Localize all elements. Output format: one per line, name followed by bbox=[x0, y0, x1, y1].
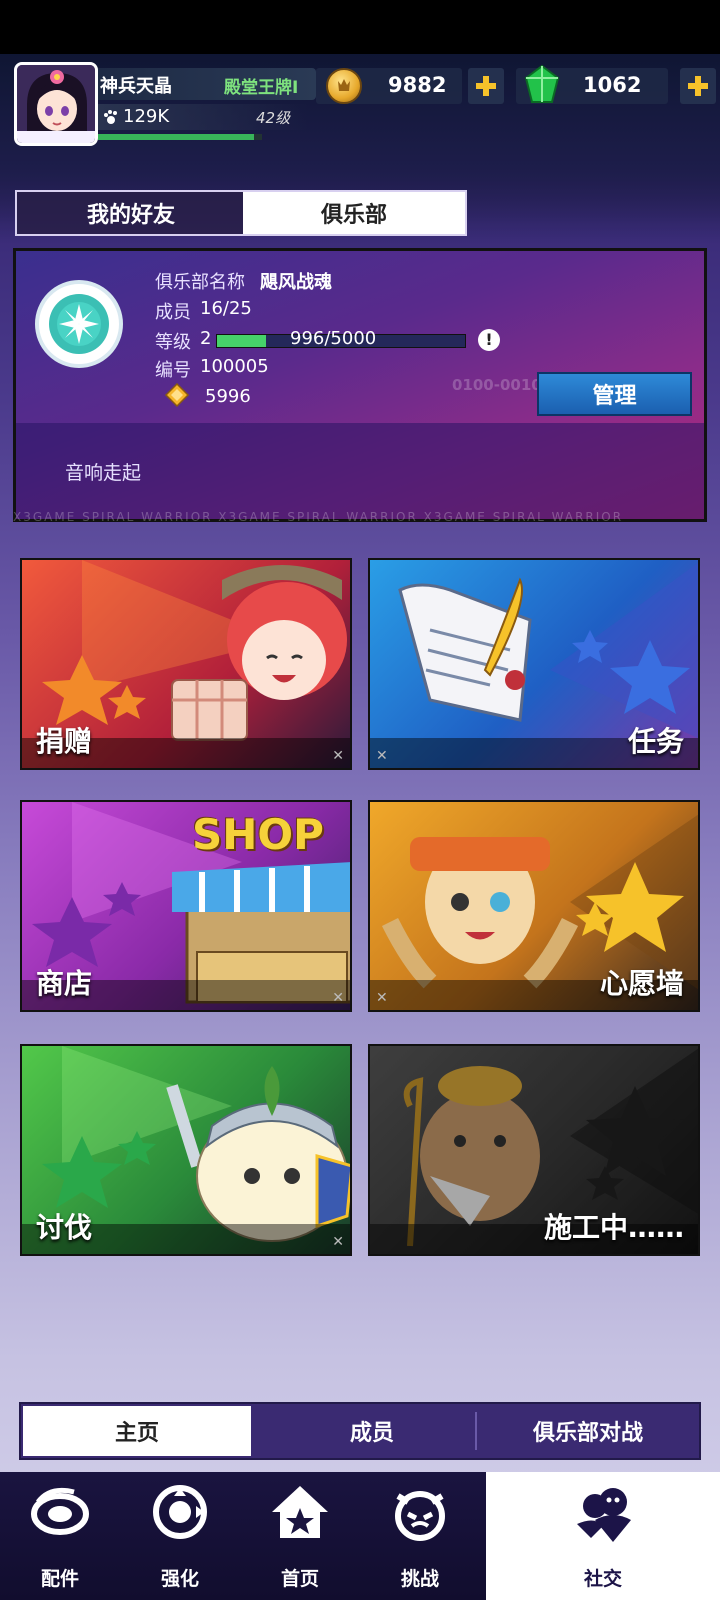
feature-tile-shop[interactable]: SHOP 商店 ✕ bbox=[20, 800, 352, 1012]
tab-friends[interactable]: 我的好友 bbox=[17, 192, 245, 234]
info-icon[interactable]: ! bbox=[478, 329, 500, 351]
nav-upgrade[interactable]: 强化 bbox=[120, 1472, 240, 1600]
parts-icon bbox=[31, 1487, 89, 1535]
feature-label-donate: 捐赠 bbox=[36, 725, 93, 758]
player-name: 神兵天晶 bbox=[100, 76, 172, 97]
plus-icon bbox=[688, 76, 708, 96]
player-xp-fill bbox=[98, 134, 254, 140]
challenge-icon bbox=[395, 1491, 445, 1541]
club-section-tabs: 主页 成员 俱乐部对战 bbox=[19, 1402, 701, 1460]
feature-label-crusade: 讨伐 bbox=[36, 1211, 93, 1244]
nav-challenge[interactable]: 挑战 bbox=[360, 1472, 480, 1600]
gold-amount: 9882 bbox=[388, 73, 447, 97]
club-members-label: 成员 bbox=[155, 302, 191, 323]
club-level: 2 bbox=[200, 328, 212, 349]
feature-tile-crusade[interactable]: 讨伐 ✕ bbox=[20, 1044, 352, 1256]
shop-sign: SHOP bbox=[192, 810, 324, 859]
feature-tile-wishwall[interactable]: 心愿墙 ✕ bbox=[368, 800, 700, 1012]
club-exp-text: 996/5000 bbox=[290, 328, 377, 349]
club-funds-icon bbox=[164, 382, 190, 408]
club-id: 100005 bbox=[200, 356, 269, 377]
tab-club-home[interactable]: 主页 bbox=[23, 1406, 251, 1456]
card-watermark-text: X3GAME SPIRAL WARRIOR X3GAME SPIRAL WARR… bbox=[13, 510, 624, 524]
social-icon bbox=[577, 1488, 631, 1542]
plus-icon bbox=[476, 76, 496, 96]
close-icon: ✕ bbox=[332, 748, 344, 764]
feature-tile-donate[interactable]: 捐赠 ✕ bbox=[20, 558, 352, 770]
feature-label-construction: 施工中…… bbox=[543, 1211, 684, 1244]
avatar-portrait-icon bbox=[17, 65, 95, 143]
manage-button[interactable]: 管理 bbox=[537, 372, 692, 416]
club-id-label: 编号 bbox=[155, 360, 191, 381]
tab-club[interactable]: 俱乐部 bbox=[243, 192, 465, 234]
nav-social[interactable]: 社交 bbox=[486, 1472, 720, 1600]
tab-club-battle[interactable]: 俱乐部对战 bbox=[477, 1404, 699, 1458]
club-emblem-icon bbox=[49, 294, 109, 354]
club-name-label: 俱乐部名称 bbox=[155, 272, 245, 293]
player-power: 129K bbox=[123, 106, 170, 127]
feature-label-tasks: 任务 bbox=[627, 725, 684, 758]
close-icon: ✕ bbox=[376, 990, 388, 1006]
feature-tile-tasks[interactable]: 任务 ✕ bbox=[368, 558, 700, 770]
club-name: 飓风战魂 bbox=[260, 272, 332, 293]
nav-label-upgrade: 强化 bbox=[160, 1568, 199, 1590]
player-xp-bar bbox=[98, 134, 262, 140]
add-gold-button[interactable] bbox=[468, 68, 504, 104]
nav-label-challenge: 挑战 bbox=[400, 1568, 439, 1590]
social-tabs: 我的好友 俱乐部 bbox=[15, 190, 467, 236]
nav-label-social: 社交 bbox=[583, 1568, 622, 1590]
club-emblem[interactable] bbox=[35, 280, 123, 368]
coin-icon bbox=[326, 68, 362, 104]
club-funds: 5996 bbox=[205, 386, 251, 407]
tab-club-members[interactable]: 成员 bbox=[269, 1404, 475, 1458]
card-watermark-code: 0100-0010 bbox=[452, 376, 542, 394]
nav-parts[interactable]: 配件 bbox=[0, 1472, 120, 1600]
gem-amount: 1062 bbox=[583, 73, 642, 97]
nav-home[interactable]: 首页 bbox=[240, 1472, 360, 1600]
close-icon: ✕ bbox=[332, 990, 344, 1006]
home-icon bbox=[272, 1486, 328, 1538]
nav-label-home: 首页 bbox=[280, 1568, 319, 1590]
feature-label-shop: 商店 bbox=[36, 967, 93, 1000]
club-motto: 音响走起 bbox=[65, 462, 142, 484]
add-gems-button[interactable] bbox=[680, 68, 716, 104]
player-avatar[interactable] bbox=[14, 62, 98, 146]
paw-icon bbox=[104, 110, 117, 124]
player-level: 42级 bbox=[256, 109, 291, 127]
feature-tile-construction[interactable]: 施工中…… bbox=[368, 1044, 700, 1256]
feature-label-wishwall: 心愿墙 bbox=[599, 967, 684, 1000]
club-level-label: 等级 bbox=[155, 332, 191, 353]
player-rank-title: 殿堂王牌Ⅰ bbox=[224, 78, 299, 98]
club-exp-fill bbox=[217, 335, 267, 347]
close-icon: ✕ bbox=[332, 1234, 344, 1250]
close-icon: ✕ bbox=[376, 748, 388, 764]
status-bar bbox=[0, 0, 720, 54]
club-members: 16/25 bbox=[200, 298, 252, 319]
gem-icon bbox=[524, 64, 560, 103]
nav-label-parts: 配件 bbox=[40, 1568, 79, 1590]
upgrade-icon bbox=[153, 1485, 207, 1539]
